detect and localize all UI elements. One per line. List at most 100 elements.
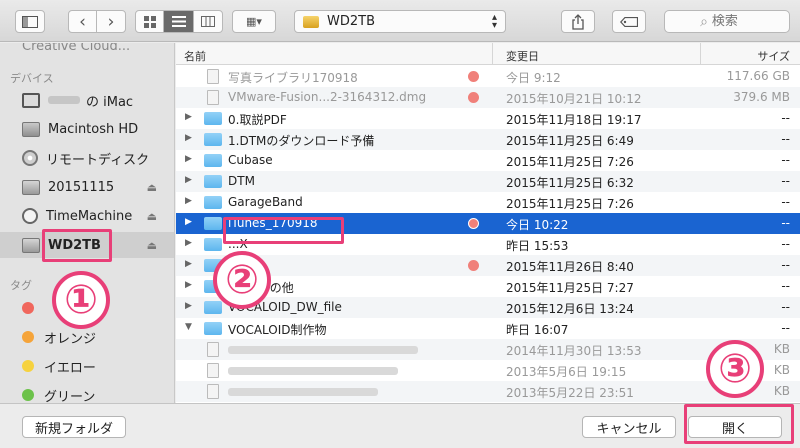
tag-button[interactable]: [612, 10, 646, 33]
disclosure-triangle-icon[interactable]: ▼: [185, 322, 192, 332]
disclosure-triangle-icon[interactable]: ▶: [185, 238, 192, 248]
share-button[interactable]: [561, 10, 595, 33]
arrange-button[interactable]: ▦▾: [232, 10, 276, 33]
column-divider[interactable]: [492, 43, 493, 65]
file-date: 2015年11月18日 19:17: [506, 113, 642, 127]
folder-icon: [204, 301, 222, 314]
sidebar-item-remote-disc[interactable]: リモートディスク: [0, 145, 174, 171]
column-header-size[interactable]: サイズ: [757, 48, 790, 64]
list-icon: [171, 16, 186, 27]
sidebar-toggle-button[interactable]: [15, 10, 45, 33]
sidebar-item-imac[interactable]: の iMac: [0, 87, 174, 113]
sidebar-tag-yellow[interactable]: イエロー: [0, 353, 174, 379]
file-size: --: [781, 195, 790, 209]
file-date: 2013年5月22日 23:51: [506, 386, 634, 400]
file-row[interactable]: ▶ GarageBand 2015年11月25日 7:26 --: [176, 192, 800, 213]
folder-icon: [204, 133, 222, 146]
sidebar-item-timemachine[interactable]: TimeMachine ⏏: [0, 203, 174, 229]
disclosure-triangle-icon[interactable]: ▶: [185, 112, 192, 122]
red-tag-icon: [468, 92, 479, 103]
disclosure-triangle-icon[interactable]: ▶: [185, 175, 192, 185]
file-row[interactable]: ▶ 0.取説PDF 2015年11月18日 19:17 --: [176, 108, 800, 129]
file-size: --: [781, 153, 790, 167]
new-folder-button[interactable]: 新規フォルダ: [22, 416, 126, 438]
folder-icon: [204, 196, 222, 209]
highlight-itunes-folder: [223, 217, 344, 244]
file-row[interactable]: 2013年5月22日 23:51 KB: [176, 381, 800, 402]
file-size: KB: [773, 363, 790, 377]
column-header-date[interactable]: 変更日: [506, 48, 539, 64]
file-name: VMware-Fusion...2-3164312.dmg: [228, 90, 427, 104]
view-mode-control: [135, 10, 223, 33]
disclosure-triangle-icon[interactable]: ▶: [185, 154, 192, 164]
sidebar-item-label: の iMac: [86, 94, 134, 110]
file-icon: [207, 363, 219, 378]
tag-icon: [620, 16, 638, 27]
external-drive-icon: [22, 237, 40, 253]
file-row[interactable]: ▼ VOCALOID制作物 昨日 16:07 --: [176, 318, 800, 339]
search-icon: ⌕: [700, 13, 708, 30]
sidebar-item-label: グリーン: [44, 389, 96, 404]
sidebar-item-label: オレンジ: [44, 331, 97, 347]
file-size: --: [781, 174, 790, 188]
nav-buttons: ‹ ›: [68, 10, 126, 33]
sidebar-item-20151115[interactable]: 20151115 ⏏: [0, 174, 174, 200]
columns-icon: [201, 16, 215, 27]
file-date: 2014年11月30日 13:53: [506, 344, 642, 358]
back-button[interactable]: ‹: [69, 11, 97, 32]
disclosure-triangle-icon[interactable]: ▶: [185, 259, 192, 269]
file-row[interactable]: 2014年11月30日 13:53 KB: [176, 339, 800, 360]
column-view-button[interactable]: [194, 11, 222, 32]
disclosure-triangle-icon[interactable]: ▶: [185, 133, 192, 143]
column-header-name[interactable]: 名前: [184, 48, 206, 64]
location-popup[interactable]: WD2TB ▴ ▾: [294, 10, 506, 33]
icon-view-button[interactable]: [136, 11, 164, 32]
red-tag-icon: [22, 302, 34, 314]
blurred-file-name: [228, 346, 418, 354]
search-input[interactable]: [711, 14, 754, 29]
file-row[interactable]: 写真ライブラリ170918 今日 9:12 117.66 GB: [176, 66, 800, 87]
file-date: 昨日 15:53: [506, 239, 569, 253]
file-row[interactable]: ▶ DTM 2015年11月25日 6:32 --: [176, 171, 800, 192]
cancel-button[interactable]: キャンセル: [582, 416, 676, 438]
file-name: Cubase: [228, 153, 273, 167]
sidebar-item-label: Macintosh HD: [48, 121, 139, 137]
column-divider[interactable]: [700, 43, 701, 65]
callout-step-2: ②: [213, 251, 271, 309]
file-size: --: [781, 279, 790, 293]
file-size: KB: [773, 342, 790, 356]
file-row[interactable]: ▶ 1.DTMのダウンロード予備 2015年11月25日 6:49 --: [176, 129, 800, 150]
toolbar: ‹ › ▦▾ WD2TB ▴ ▾ ⌕: [0, 0, 800, 42]
file-date: 2015年11月25日 6:49: [506, 134, 634, 148]
file-size: 379.6 MB: [733, 90, 790, 104]
file-row[interactable]: VMware-Fusion...2-3164312.dmg 2015年10月21日…: [176, 87, 800, 108]
sidebar-tag-green[interactable]: グリーン: [0, 382, 174, 404]
callout-step-1: ①: [52, 271, 110, 329]
file-date: 2015年11月26日 8:40: [506, 260, 634, 274]
file-date: 2015年12月6日 13:24: [506, 302, 634, 316]
folder-icon: [204, 175, 222, 188]
share-icon: [572, 13, 584, 30]
list-view-button[interactable]: [164, 11, 194, 32]
eject-icon[interactable]: ⏏: [147, 239, 157, 252]
file-name: VOCALOID制作物: [228, 323, 327, 337]
file-row[interactable]: ▶ Cubase 2015年11月25日 7:26 --: [176, 150, 800, 171]
disclosure-triangle-icon[interactable]: ▶: [185, 196, 192, 206]
eject-icon[interactable]: ⏏: [147, 181, 157, 194]
time-machine-icon: [22, 208, 38, 224]
disclosure-triangle-icon[interactable]: ▶: [185, 301, 192, 311]
file-row[interactable]: ▶ VOCALOID_DW_file 2015年12月6日 13:24 --: [176, 297, 800, 318]
sidebar-item-creative-cloud[interactable]: Creative Cloud...: [0, 43, 174, 59]
search-field[interactable]: ⌕: [664, 10, 790, 33]
file-name: 0.取説PDF: [228, 113, 287, 127]
eject-icon[interactable]: ⏏: [147, 210, 157, 223]
orange-tag-icon: [22, 331, 34, 343]
disclosure-triangle-icon[interactable]: ▶: [185, 280, 192, 290]
file-name: DTM: [228, 174, 255, 188]
file-date: 昨日 16:07: [506, 323, 569, 337]
file-icon: [207, 69, 219, 84]
forward-button[interactable]: ›: [97, 11, 125, 32]
sidebar-item-macintosh-hd[interactable]: Macintosh HD: [0, 116, 174, 142]
location-name: WD2TB: [327, 14, 375, 29]
disclosure-triangle-icon[interactable]: ▶: [185, 217, 192, 227]
